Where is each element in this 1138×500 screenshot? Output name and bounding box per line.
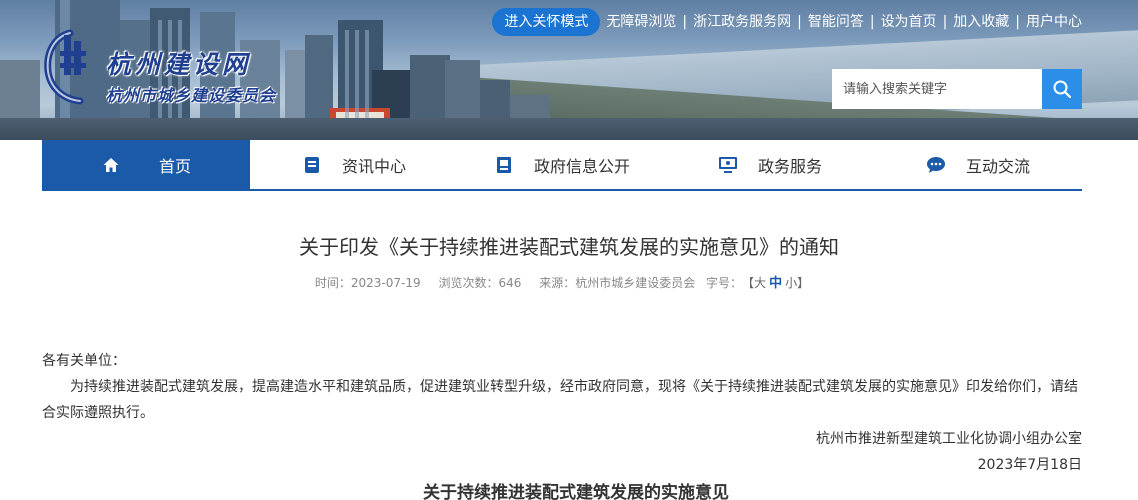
font-size-small-button[interactable]: 小 bbox=[785, 276, 797, 290]
main-nav: 首页 资讯中心 政府信息公开 政务服务 互动交流 bbox=[42, 140, 1082, 191]
care-mode-button[interactable]: 进入关怀模式 bbox=[492, 8, 601, 36]
home-icon bbox=[101, 155, 121, 175]
link-separator: | bbox=[942, 14, 948, 30]
link-separator: | bbox=[682, 14, 688, 30]
link-separator: | bbox=[1015, 14, 1020, 30]
add-favorite-link[interactable]: 加入收藏 bbox=[953, 8, 1009, 36]
banner-bottom-strip bbox=[0, 118, 1138, 140]
monitor-icon bbox=[718, 155, 738, 175]
user-center-link[interactable]: 用户中心 bbox=[1026, 8, 1082, 36]
top-links-bar: 进入关怀模式 无障碍浏览 | 浙江政务服务网 | 智能问答 | 设为首页 | 加… bbox=[492, 8, 1082, 36]
search-box bbox=[832, 69, 1082, 109]
accessibility-link[interactable]: 无障碍浏览 bbox=[606, 8, 676, 36]
nav-item-interaction[interactable]: 互动交流 bbox=[874, 140, 1082, 189]
font-size-control: 字号： 【大中小】 bbox=[706, 276, 810, 291]
smart-qa-link[interactable]: 智能问答 bbox=[808, 8, 864, 36]
article-greeting: 各有关单位： bbox=[42, 353, 126, 369]
site-name: 杭州建设网 bbox=[106, 50, 252, 79]
chat-icon bbox=[926, 155, 946, 175]
article-source: 来源：杭州市城乡建设委员会 bbox=[539, 276, 696, 290]
zhejiang-gov-service-link[interactable]: 浙江政务服务网 bbox=[693, 8, 791, 36]
link-separator: | bbox=[797, 14, 802, 30]
nav-item-label: 政府信息公开 bbox=[533, 156, 630, 176]
nav-item-gov-service[interactable]: 政务服务 bbox=[666, 140, 874, 189]
search-button[interactable] bbox=[1042, 69, 1082, 109]
link-separator: | bbox=[869, 14, 875, 30]
header-banner: 杭州建设网 杭州市城乡建设委员会 进入关怀模式 无障碍浏览 | 浙江政务服务网 … bbox=[0, 0, 1138, 140]
site-subname: 杭州市城乡建设委员会 bbox=[106, 86, 277, 105]
search-input[interactable] bbox=[832, 69, 1042, 109]
search-icon bbox=[1053, 80, 1072, 99]
site-logo[interactable]: 杭州建设网 杭州市城乡建设委员会 bbox=[40, 27, 320, 107]
nav-item-gov-info[interactable]: 政府信息公开 bbox=[458, 140, 666, 189]
article-paragraph: 为持续推进装配式建筑发展，提高建造水平和建筑品质，促进建筑业转型升级，经市政府同… bbox=[42, 379, 1078, 421]
document-icon bbox=[494, 155, 514, 175]
signature-date: 2023年7月18日 bbox=[977, 457, 1082, 473]
article-meta: 时间：2023-07-19 浏览次数：646 来源：杭州市城乡建设委员会 字号：… bbox=[0, 272, 1124, 291]
publish-time: 时间：2023-07-19 bbox=[314, 276, 421, 290]
signature-org: 杭州市推进新型建筑工业化协调小组办公室 bbox=[816, 431, 1082, 447]
font-size-large-button[interactable]: 大 bbox=[754, 276, 766, 290]
nav-item-news[interactable]: 资讯中心 bbox=[250, 140, 458, 189]
nav-item-label: 互动交流 bbox=[965, 156, 1030, 176]
font-size-bracket-close: 】 bbox=[797, 276, 810, 290]
news-icon bbox=[302, 155, 322, 175]
set-homepage-link[interactable]: 设为首页 bbox=[881, 8, 937, 36]
article-title: 关于印发《关于持续推进装配式建筑发展的实施意见》的通知 bbox=[299, 235, 839, 259]
view-count: 浏览次数：646 bbox=[438, 276, 522, 290]
nav-item-label: 资讯中心 bbox=[341, 156, 406, 176]
nav-item-home[interactable]: 首页 bbox=[42, 140, 250, 189]
logo-mark-icon bbox=[44, 29, 86, 105]
nav-item-label: 政务服务 bbox=[757, 156, 822, 176]
attachment-title: 关于持续推进装配式建筑发展的实施意见 bbox=[423, 483, 729, 500]
font-size-medium-button[interactable]: 中 bbox=[769, 276, 782, 291]
nav-item-label: 首页 bbox=[158, 156, 191, 176]
font-size-label: 字号： bbox=[706, 276, 743, 290]
